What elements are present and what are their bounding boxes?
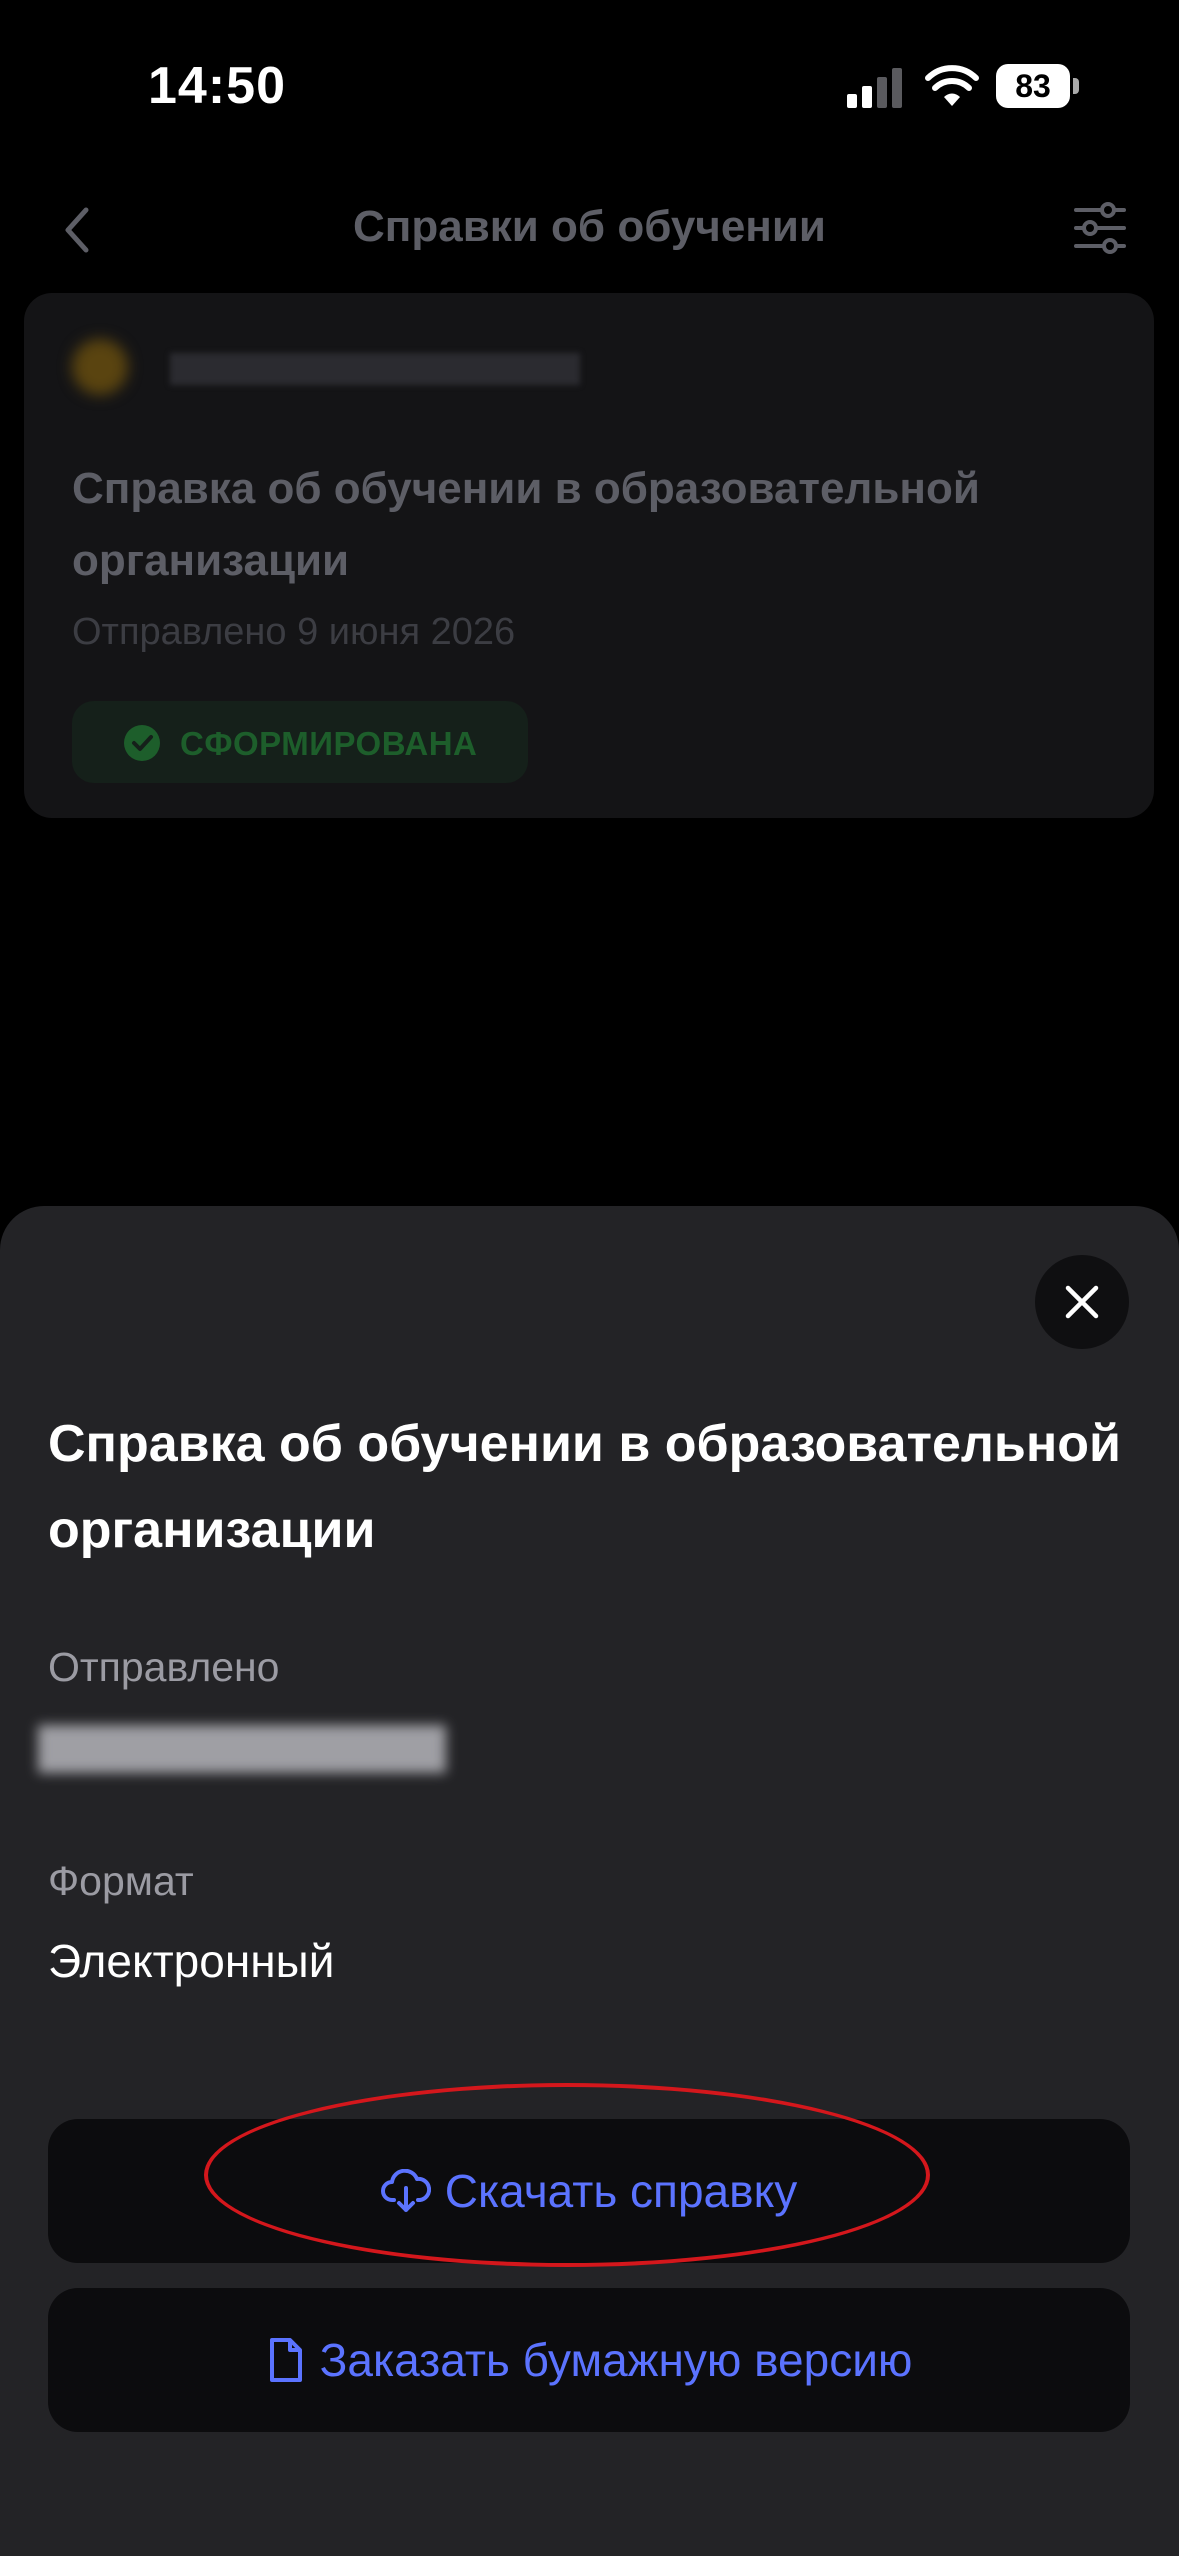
status-badge: СФОРМИРОВАНА (72, 701, 528, 783)
battery-indicator: 83 (996, 64, 1080, 110)
check-circle-icon (124, 725, 160, 761)
order-paper-button[interactable]: Заказать бумажную версию (48, 2288, 1130, 2432)
status-bar: 14:50 83 (0, 0, 1179, 175)
format-value: Электронный (48, 1935, 335, 1987)
page-title: Справки об обучении (353, 202, 826, 251)
download-button[interactable]: Скачать справку (48, 2119, 1130, 2263)
close-icon (1065, 1285, 1099, 1319)
status-text: СФОРМИРОВАНА (180, 725, 478, 762)
bottom-sheet: Справка об обучении в образовательной ор… (0, 1206, 1179, 2556)
battery-level: 83 (1015, 68, 1051, 104)
avatar (72, 339, 128, 395)
sliders-icon[interactable] (1070, 200, 1130, 256)
redacted-name (170, 353, 580, 385)
order-paper-button-label: Заказать бумажную версию (319, 2334, 913, 2386)
document-icon (269, 2338, 302, 2382)
nav-header: Справки об обучении (0, 180, 1179, 280)
status-time: 14:50 (148, 57, 286, 115)
card-title: Справка об обучении в образовательной ор… (72, 464, 980, 585)
sheet-title: Справка об обучении в образовательной ор… (48, 1415, 1122, 1559)
certificate-card[interactable]: Справка об обучении в образовательной ор… (24, 293, 1154, 818)
close-button[interactable] (1035, 1255, 1129, 1349)
format-label: Формат (48, 1858, 194, 1904)
sent-label: Отправлено (48, 1644, 280, 1690)
wifi-icon (925, 65, 979, 106)
card-date: Отправлено 9 июня 2026 (72, 611, 516, 653)
download-button-label: Скачать справку (444, 2165, 798, 2217)
cellular-signal-icon (847, 68, 902, 108)
cloud-download-icon (380, 2169, 431, 2212)
redacted-sent-value (38, 1725, 446, 1773)
